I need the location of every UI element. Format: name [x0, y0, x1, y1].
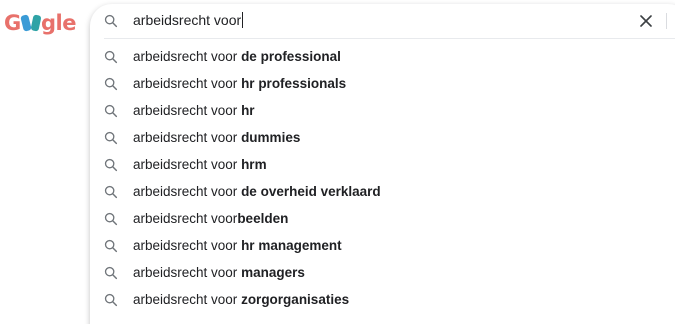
suggestion-item[interactable]: arbeidsrecht voor hr professionals — [90, 71, 675, 98]
suggestion-prefix: arbeidsrecht voor — [133, 292, 242, 307]
logo-letters-gle: gle — [41, 10, 76, 35]
suggestion-completion: hrm — [241, 157, 267, 172]
suggestion-prefix: arbeidsrecht voor — [133, 76, 242, 91]
suggestion-text: arbeidsrecht voor hr — [133, 103, 255, 118]
suggestion-prefix: arbeidsrecht voor — [133, 157, 242, 172]
search-input[interactable]: arbeidsrecht voor — [133, 12, 244, 28]
suggestion-item[interactable]: arbeidsrecht voor hr management — [90, 233, 675, 260]
suggestion-text: arbeidsrecht voor hrm — [133, 157, 267, 172]
suggestion-item[interactable]: arbeidsrecht voorbeelden — [90, 206, 675, 233]
suggestion-text: arbeidsrecht voor de professional — [133, 49, 341, 64]
search-icon — [104, 131, 118, 145]
suggestion-prefix: arbeidsrecht voor — [133, 265, 242, 280]
suggestion-item[interactable]: arbeidsrecht voor dummies — [90, 125, 675, 152]
search-icon — [104, 50, 118, 64]
google-doodle-logo[interactable]: G gle — [4, 9, 76, 37]
suggestion-completion: de overheid verklaard — [241, 184, 381, 199]
suggestion-completion: beelden — [237, 211, 289, 226]
suggestion-text: arbeidsrecht voor dummies — [133, 130, 300, 145]
suggestion-item[interactable]: arbeidsrecht voor hr — [90, 98, 675, 125]
suggestion-item[interactable]: arbeidsrecht voor managers — [90, 260, 675, 287]
search-icon — [104, 158, 118, 172]
page: G gle arbeidsrecht voor arbeidsrecht voo… — [0, 0, 675, 324]
search-icon — [104, 266, 118, 280]
search-icon — [104, 104, 118, 118]
search-query-text: arbeidsrecht voor — [133, 12, 242, 28]
suggestion-item[interactable]: arbeidsrecht voor zorgorganisaties — [90, 287, 675, 314]
search-icon — [104, 293, 118, 307]
text-caret — [242, 12, 244, 28]
search-icon — [104, 212, 118, 226]
suggestion-completion: de professional — [241, 49, 341, 64]
suggestion-completion: hr management — [241, 238, 342, 253]
suggestion-text: arbeidsrecht voor managers — [133, 265, 305, 280]
logo-dice-blue — [19, 14, 32, 32]
suggestion-prefix: arbeidsrecht voor — [133, 103, 242, 118]
suggestion-prefix: arbeidsrecht voor — [133, 130, 242, 145]
search-box-separator — [666, 13, 667, 29]
suggestion-item[interactable]: arbeidsrecht voor de professional — [90, 44, 675, 71]
suggestion-text: arbeidsrecht voor de overheid verklaard — [133, 184, 381, 199]
close-icon — [640, 15, 652, 27]
suggestion-completion: zorgorganisaties — [241, 292, 350, 307]
logo-letter-g: G — [4, 10, 21, 35]
suggestion-item[interactable]: arbeidsrecht voor hrm — [90, 152, 675, 179]
clear-button[interactable] — [637, 12, 655, 30]
suggestion-text: arbeidsrecht voor hr professionals — [133, 76, 346, 91]
suggestion-prefix: arbeidsrecht voor — [133, 49, 242, 64]
suggestion-completion: managers — [241, 265, 305, 280]
suggestion-item[interactable]: arbeidsrecht voor de overheid verklaard — [90, 179, 675, 206]
search-icon — [104, 185, 118, 199]
dropdown-divider — [104, 38, 675, 39]
search-icon — [104, 77, 118, 91]
suggestion-list: arbeidsrecht voor de professional arbeid… — [90, 44, 675, 314]
suggestion-completion: hr professionals — [241, 76, 347, 91]
search-icon — [104, 14, 118, 28]
suggestion-prefix: arbeidsrecht voor — [133, 211, 238, 226]
suggestion-completion: dummies — [241, 130, 301, 145]
search-box[interactable]: arbeidsrecht voor — [90, 4, 675, 38]
search-icon — [104, 239, 118, 253]
search-panel: arbeidsrecht voor arbeidsrecht voor de p… — [90, 4, 675, 324]
suggestion-prefix: arbeidsrecht voor — [133, 238, 242, 253]
suggestion-text: arbeidsrecht voorbeelden — [133, 211, 288, 226]
suggestion-completion: hr — [241, 103, 255, 118]
logo-dice-teal — [30, 14, 42, 32]
suggestion-prefix: arbeidsrecht voor — [133, 184, 242, 199]
suggestion-text: arbeidsrecht voor zorgorganisaties — [133, 292, 349, 307]
suggestion-text: arbeidsrecht voor hr management — [133, 238, 342, 253]
